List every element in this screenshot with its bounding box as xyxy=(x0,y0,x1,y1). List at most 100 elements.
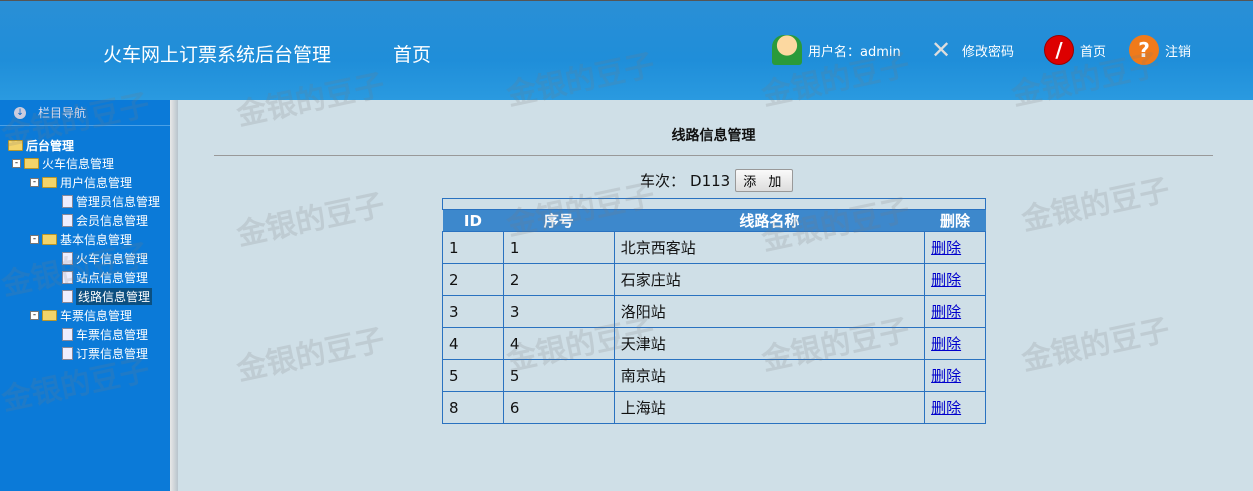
cell-seq: 2 xyxy=(502,263,615,296)
train-label: 车次： xyxy=(640,172,686,190)
spacer-row xyxy=(442,198,986,210)
sidebar: ↓ 栏目导航 后台管理 - 火车信息管理 - 用户信息管理 管理员信息管理 会员信息管… xyxy=(0,100,170,491)
collapse-icon[interactable]: - xyxy=(30,234,39,244)
folder-icon xyxy=(24,157,39,169)
table-row: 2 2 石家庄站 删除 xyxy=(442,263,986,296)
tree-item[interactable]: 站点信息管理 xyxy=(62,268,148,286)
cell-action: 删除 xyxy=(924,231,986,264)
tree-item[interactable]: 管理员信息管理 xyxy=(62,192,160,210)
page-icon xyxy=(62,327,73,341)
page-icon xyxy=(62,289,73,303)
tree-item[interactable]: 火车信息管理 xyxy=(62,249,148,267)
collapse-icon[interactable]: - xyxy=(30,310,39,320)
table-row: 3 3 洛阳站 删除 xyxy=(442,295,986,328)
tree-root[interactable]: 后台管理 xyxy=(8,136,74,154)
watermark: 金银的豆子 xyxy=(1018,172,1173,239)
collapse-icon[interactable]: - xyxy=(30,177,39,187)
delete-link[interactable]: 删除 xyxy=(931,271,961,289)
app-title: 火车网上订票系统后台管理 xyxy=(103,44,332,66)
watermark: 金银的豆子 xyxy=(1018,312,1173,379)
tree-label: 基本信息管理 xyxy=(60,232,133,247)
cell-seq: 1 xyxy=(502,231,615,264)
cell-id: 2 xyxy=(442,263,504,296)
cell-id: 1 xyxy=(442,231,504,264)
tree-item[interactable]: 车票信息管理 xyxy=(62,325,148,343)
tree-item[interactable]: - 车票信息管理 xyxy=(30,306,132,324)
home-label: 首页 xyxy=(1080,44,1107,60)
user-info: 用户名：admin xyxy=(772,35,901,65)
cell-action: 删除 xyxy=(924,391,986,424)
cell-seq: 5 xyxy=(502,359,615,392)
cell-name: 上海站 xyxy=(613,391,926,424)
tree-label: 用户信息管理 xyxy=(60,175,133,190)
delete-link[interactable]: 删除 xyxy=(931,335,961,353)
tools-icon: ✕ xyxy=(930,36,952,64)
delete-link[interactable]: 删除 xyxy=(931,303,961,321)
home-nav-link[interactable]: 首页 xyxy=(393,40,431,67)
nav-header: ↓ 栏目导航 xyxy=(0,100,170,126)
col-delete: 删除 xyxy=(924,209,986,232)
table-row: 1 1 北京西客站 删除 xyxy=(442,231,986,264)
user-avatar-icon xyxy=(772,35,802,65)
sidebar-splitter[interactable] xyxy=(170,100,178,491)
change-password-label: 修改密码 xyxy=(962,44,1015,60)
tree-label: 火车信息管理 xyxy=(42,156,115,171)
folder-icon xyxy=(8,139,23,151)
add-button[interactable]: 添 加 xyxy=(735,169,794,192)
watermark: 金银的豆子 xyxy=(233,187,388,254)
tree-item[interactable]: - 基本信息管理 xyxy=(30,230,132,248)
delete-link[interactable]: 删除 xyxy=(931,399,961,417)
tree-item[interactable]: - 用户信息管理 xyxy=(30,173,132,191)
cell-action: 删除 xyxy=(924,295,986,328)
tree-label: 管理员信息管理 xyxy=(76,194,161,209)
train-row: 车次： D113 添 加 xyxy=(640,169,794,192)
arrow-down-icon: ↓ xyxy=(14,106,26,119)
tree-item[interactable]: - 火车信息管理 xyxy=(12,154,114,172)
col-seq: 序号 xyxy=(503,209,615,232)
cell-seq: 6 xyxy=(502,391,615,424)
cell-id: 8 xyxy=(442,391,504,424)
cell-name: 石家庄站 xyxy=(613,263,926,296)
cell-name: 北京西客站 xyxy=(613,231,926,264)
tree-label: 会员信息管理 xyxy=(76,213,149,228)
home-button[interactable]: / 首页 xyxy=(1044,35,1106,65)
header: 火车网上订票系统后台管理 首页 用户名：admin ✕ 修改密码 / 首页 ? … xyxy=(0,0,1253,100)
route-table: ID 序号 线路名称 删除 1 1 北京西客站 删除 2 2 石家庄站 删除 3 3 洛阳站 删除 4 4… xyxy=(442,198,986,424)
tree-item[interactable]: 订票信息管理 xyxy=(62,344,148,362)
cell-action: 删除 xyxy=(924,263,986,296)
delete-link[interactable]: 删除 xyxy=(931,367,961,385)
tree-item-selected[interactable]: 线路信息管理 xyxy=(62,287,153,305)
cell-id: 4 xyxy=(442,327,504,360)
delete-link[interactable]: 删除 xyxy=(931,239,961,257)
train-value: D113 xyxy=(690,171,731,190)
table-row: 8 6 上海站 删除 xyxy=(442,391,986,424)
cell-name: 天津站 xyxy=(613,327,926,360)
table-row: 4 4 天津站 删除 xyxy=(442,327,986,360)
cell-id: 5 xyxy=(442,359,504,392)
folder-icon xyxy=(42,309,57,321)
username-label: 用户名：admin xyxy=(808,44,901,60)
logout-button[interactable]: ? 注销 xyxy=(1129,35,1191,65)
page-icon xyxy=(62,251,73,265)
tree-label: 站点信息管理 xyxy=(76,270,149,285)
watermark: 金银的豆子 xyxy=(233,322,388,389)
col-name: 线路名称 xyxy=(614,209,925,232)
tree-label: 车票信息管理 xyxy=(76,327,149,342)
question-icon: ? xyxy=(1129,35,1159,65)
page-title: 线路信息管理 xyxy=(214,125,1213,156)
home-stop-icon: / xyxy=(1044,35,1074,65)
folder-icon xyxy=(42,176,57,188)
page-icon xyxy=(62,213,73,227)
page-icon xyxy=(62,346,73,360)
tree-label: 订票信息管理 xyxy=(76,346,149,361)
cell-id: 3 xyxy=(442,295,504,328)
cell-seq: 4 xyxy=(502,327,615,360)
collapse-icon[interactable]: - xyxy=(12,158,21,168)
page-icon xyxy=(62,270,73,284)
tree-label: 火车信息管理 xyxy=(76,251,149,266)
table-header: ID 序号 线路名称 删除 xyxy=(442,209,986,232)
tree-item[interactable]: 会员信息管理 xyxy=(62,211,148,229)
cell-name: 洛阳站 xyxy=(613,295,926,328)
change-password-button[interactable]: ✕ 修改密码 xyxy=(926,35,1014,65)
nav-title: 栏目导航 xyxy=(38,106,87,120)
